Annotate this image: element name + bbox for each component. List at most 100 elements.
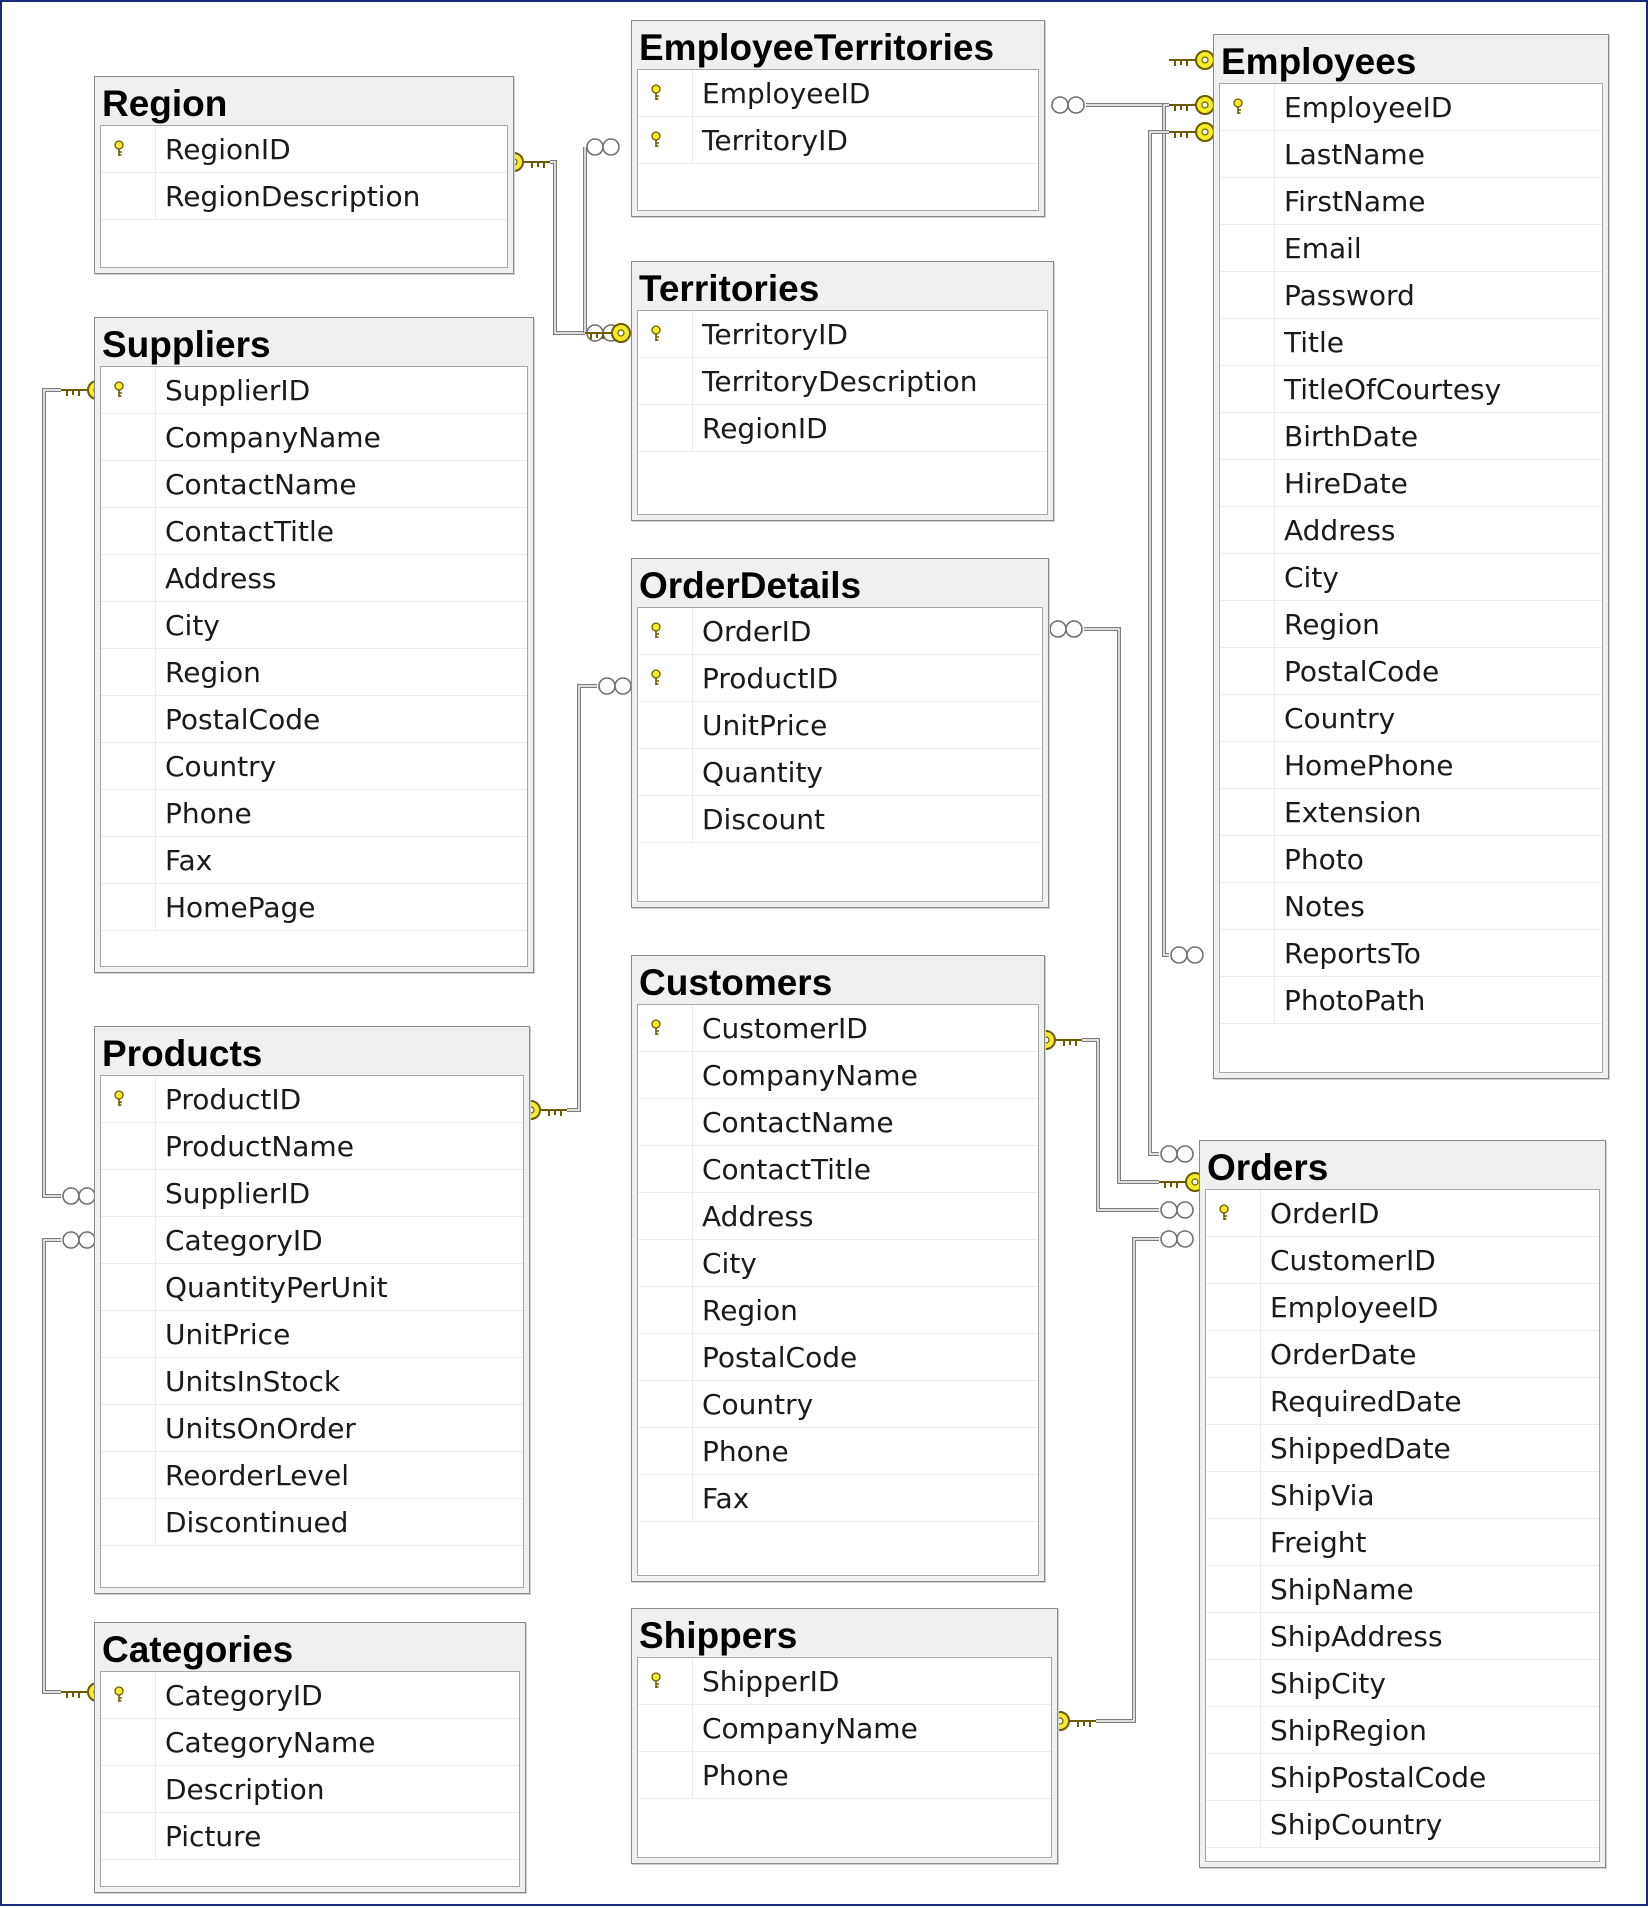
row-selector[interactable] — [1220, 554, 1275, 601]
row-selector[interactable] — [101, 508, 156, 555]
row-selector[interactable] — [1206, 1566, 1261, 1613]
column-row[interactable]: TerritoryID — [638, 117, 1038, 164]
column-row[interactable]: CategoryID — [101, 1672, 519, 1719]
row-selector[interactable] — [638, 70, 693, 117]
column-row[interactable]: TitleOfCourtesy — [1220, 366, 1602, 413]
column-row[interactable]: CompanyName — [638, 1052, 1038, 1099]
column-row[interactable]: ShipCountry — [1206, 1801, 1599, 1848]
row-selector[interactable] — [101, 1672, 156, 1719]
column-row[interactable]: ContactTitle — [101, 508, 527, 555]
table-title[interactable]: Shippers — [639, 1613, 797, 1659]
column-row[interactable]: RegionID — [638, 405, 1047, 452]
row-selector[interactable] — [101, 1766, 156, 1813]
column-row[interactable]: Region — [1220, 601, 1602, 648]
row-selector[interactable] — [101, 1405, 156, 1452]
table-title[interactable]: Orders — [1207, 1145, 1328, 1191]
column-row[interactable]: PostalCode — [101, 696, 527, 743]
row-selector[interactable] — [638, 405, 693, 452]
column-row[interactable]: PostalCode — [1220, 648, 1602, 695]
column-row[interactable]: Country — [638, 1381, 1038, 1428]
relationship-territories-employeeterritories[interactable] — [583, 138, 631, 343]
column-row[interactable]: Phone — [638, 1428, 1038, 1475]
column-row[interactable]: Description — [101, 1766, 519, 1813]
relationship-orders-orderdetails[interactable] — [1049, 620, 1205, 1192]
column-row[interactable]: HireDate — [1220, 460, 1602, 507]
column-row[interactable]: Phone — [101, 790, 527, 837]
row-selector[interactable] — [101, 1311, 156, 1358]
column-row[interactable]: CompanyName — [638, 1705, 1051, 1752]
column-row[interactable]: QuantityPerUnit — [101, 1264, 523, 1311]
row-selector[interactable] — [1220, 789, 1275, 836]
column-row[interactable]: City — [638, 1240, 1038, 1287]
row-selector[interactable] — [638, 749, 693, 796]
column-row[interactable]: CustomerID — [638, 1005, 1038, 1052]
row-selector[interactable] — [1206, 1660, 1261, 1707]
row-selector[interactable] — [101, 1123, 156, 1170]
column-row[interactable]: Password — [1220, 272, 1602, 319]
column-row[interactable]: OrderID — [638, 608, 1042, 655]
column-row[interactable]: ShipperID — [638, 1658, 1051, 1705]
table-customers[interactable]: Customers CustomerID CompanyName ContactNam… — [631, 955, 1045, 1582]
row-selector[interactable] — [101, 1170, 156, 1217]
column-row[interactable]: ReorderLevel — [101, 1452, 523, 1499]
column-row[interactable]: ReportsTo — [1220, 930, 1602, 977]
row-selector[interactable] — [638, 117, 693, 164]
row-selector[interactable] — [1206, 1284, 1261, 1331]
column-row[interactable]: CustomerID — [1206, 1237, 1599, 1284]
column-row[interactable]: Region — [101, 649, 527, 696]
row-selector[interactable] — [1220, 695, 1275, 742]
column-row[interactable]: UnitsInStock — [101, 1358, 523, 1405]
table-title[interactable]: Region — [102, 81, 227, 127]
row-selector[interactable] — [638, 796, 693, 843]
row-selector[interactable] — [101, 649, 156, 696]
row-selector[interactable] — [638, 1752, 693, 1799]
row-selector[interactable] — [638, 1146, 693, 1193]
column-row[interactable]: TerritoryDescription — [638, 358, 1047, 405]
column-row[interactable]: ContactName — [101, 461, 527, 508]
column-row[interactable]: Fax — [101, 837, 527, 884]
column-row[interactable]: ShipCity — [1206, 1660, 1599, 1707]
column-row[interactable]: PhotoPath — [1220, 977, 1602, 1024]
column-row[interactable]: OrderDate — [1206, 1331, 1599, 1378]
column-row[interactable]: CategoryName — [101, 1719, 519, 1766]
column-row[interactable]: EmployeeID — [638, 70, 1038, 117]
column-row[interactable]: SupplierID — [101, 1170, 523, 1217]
table-orders[interactable]: Orders OrderID CustomerID EmployeeID OrderDa… — [1199, 1140, 1606, 1868]
table-employees[interactable]: Employees EmployeeID LastName FirstName Emai… — [1213, 34, 1609, 1079]
row-selector[interactable] — [101, 1719, 156, 1766]
column-row[interactable]: Phone — [638, 1752, 1051, 1799]
row-selector[interactable] — [1220, 742, 1275, 789]
column-row[interactable]: CategoryID — [101, 1217, 523, 1264]
column-row[interactable]: OrderID — [1206, 1190, 1599, 1237]
column-row[interactable]: EmployeeID — [1206, 1284, 1599, 1331]
row-selector[interactable] — [101, 126, 156, 173]
row-selector[interactable] — [101, 1358, 156, 1405]
column-row[interactable]: Fax — [638, 1475, 1038, 1522]
row-selector[interactable] — [1206, 1754, 1261, 1801]
table-title[interactable]: Products — [102, 1031, 262, 1077]
row-selector[interactable] — [1206, 1425, 1261, 1472]
column-row[interactable]: CompanyName — [101, 414, 527, 461]
row-selector[interactable] — [638, 358, 693, 405]
column-row[interactable]: RegionDescription — [101, 173, 507, 220]
column-row[interactable]: TerritoryID — [638, 311, 1047, 358]
row-selector[interactable] — [638, 1381, 693, 1428]
row-selector[interactable] — [1206, 1707, 1261, 1754]
column-row[interactable]: PostalCode — [638, 1334, 1038, 1381]
column-row[interactable]: Quantity — [638, 749, 1042, 796]
relationship-shippers-orders[interactable] — [1050, 1230, 1194, 1731]
row-selector[interactable] — [101, 1499, 156, 1546]
table-orderdetails[interactable]: OrderDetails OrderID ProductID UnitPrice Qua… — [631, 558, 1049, 908]
row-selector[interactable] — [1220, 977, 1275, 1024]
row-selector[interactable] — [1220, 178, 1275, 225]
column-row[interactable]: BirthDate — [1220, 413, 1602, 460]
relationship-region-territories[interactable] — [504, 152, 620, 342]
row-selector[interactable] — [638, 1005, 693, 1052]
row-selector[interactable] — [1206, 1237, 1261, 1284]
row-selector[interactable] — [1220, 225, 1275, 272]
column-row[interactable]: Discontinued — [101, 1499, 523, 1546]
row-selector[interactable] — [1220, 930, 1275, 977]
row-selector[interactable] — [638, 1658, 693, 1705]
row-selector[interactable] — [101, 884, 156, 931]
table-products[interactable]: Products ProductID ProductName SupplierID Ca… — [94, 1026, 530, 1594]
